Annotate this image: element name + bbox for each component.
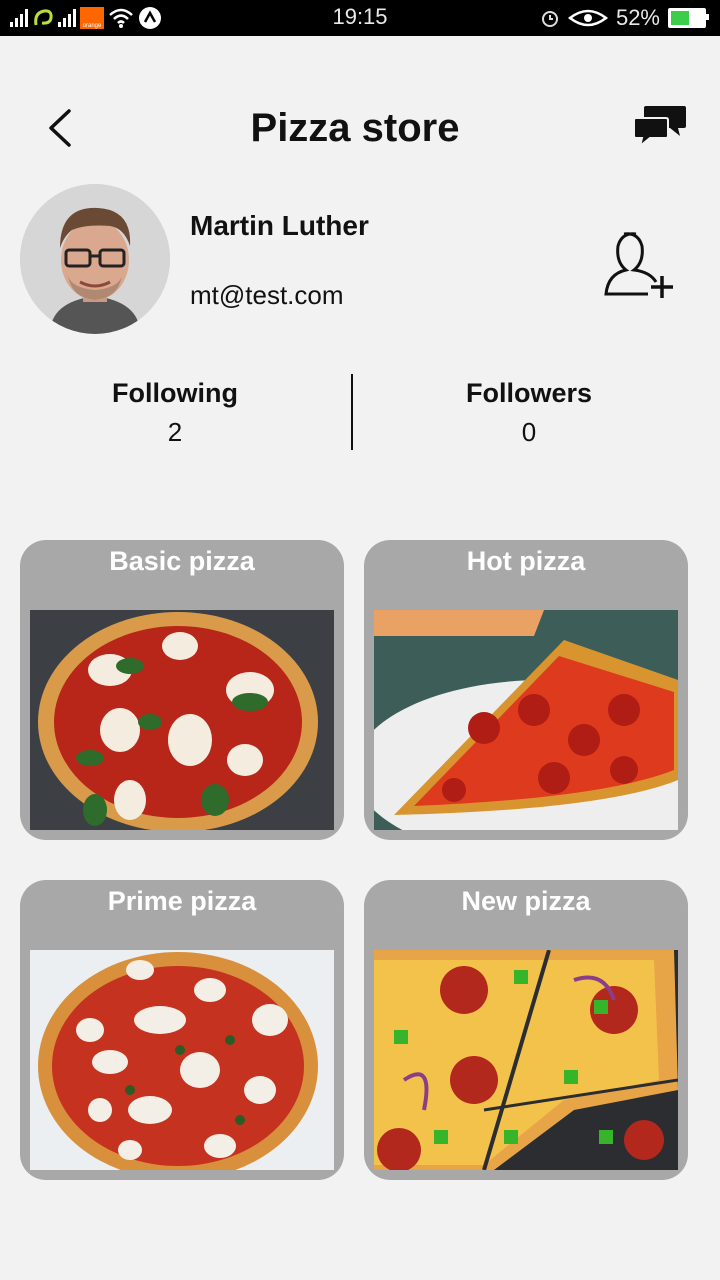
- followers-count: 0: [521, 417, 537, 447]
- product-card-hot[interactable]: Hot pizza: [364, 540, 688, 840]
- product-card-basic[interactable]: Basic pizza: [20, 540, 344, 840]
- product-image-basic: [30, 610, 334, 830]
- add-user-icon: [604, 232, 673, 298]
- eye-icon: [567, 9, 608, 27]
- avatar-photo: [20, 184, 170, 334]
- following-stat[interactable]: Following 2: [25, 378, 325, 448]
- product-image-prime: [30, 950, 334, 1170]
- status-right-icons: 52%: [540, 5, 709, 31]
- status-bar: orange 19:15 52%: [0, 0, 720, 36]
- avatar[interactable]: [20, 184, 170, 334]
- battery-percent: 52%: [615, 5, 660, 30]
- chat-button[interactable]: [632, 102, 688, 154]
- alarm-icon: [541, 11, 558, 27]
- page-title: Pizza store: [250, 106, 460, 150]
- battery-icon: [668, 8, 709, 28]
- profile-section: Martin Luther mt@test.com: [0, 184, 720, 344]
- app-header: Pizza store: [0, 36, 720, 186]
- product-title: Basic pizza: [109, 546, 255, 576]
- add-user-button[interactable]: [596, 228, 680, 308]
- product-title: New pizza: [461, 886, 591, 916]
- chat-bubbles-icon: [633, 106, 686, 149]
- product-card-prime[interactable]: Prime pizza: [20, 880, 344, 1180]
- stats-section: Following 2 Followers 0: [0, 372, 720, 452]
- product-title: Hot pizza: [466, 546, 586, 576]
- product-title: Prime pizza: [107, 886, 257, 916]
- profile-name: Martin Luther: [190, 210, 369, 241]
- product-image-hot: [374, 610, 678, 830]
- product-image-new: [374, 950, 678, 1170]
- following-count: 2: [167, 417, 183, 447]
- followers-stat[interactable]: Followers 0: [379, 378, 679, 448]
- product-card-new[interactable]: New pizza: [364, 880, 688, 1180]
- followers-label: Followers: [465, 378, 593, 408]
- profile-email: mt@test.com: [190, 280, 344, 310]
- stats-divider: [351, 374, 353, 450]
- following-label: Following: [112, 378, 238, 408]
